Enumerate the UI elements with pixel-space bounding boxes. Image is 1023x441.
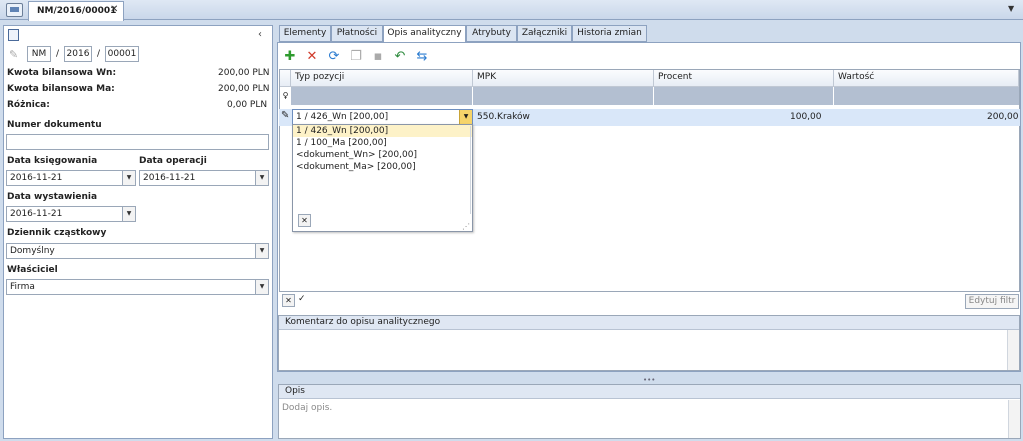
- mpk-cell[interactable]: 550.Kraków: [477, 112, 530, 122]
- notebook-icon[interactable]: [8, 29, 19, 41]
- kwota-wn-label: Kwota bilansowa Wn:: [7, 68, 117, 78]
- pencil-icon: ✎: [281, 110, 290, 121]
- dropdown-option[interactable]: <dokument_Ma> [200,00]: [296, 162, 416, 172]
- edit-filter-button[interactable]: Edytuj filtr: [965, 294, 1019, 309]
- komentarz-title: Komentarz do opisu analitycznego: [279, 316, 1019, 330]
- resize-grip-icon[interactable]: ⋰: [462, 222, 470, 231]
- grid-corner: [280, 70, 291, 87]
- chevron-down-icon[interactable]: ▼: [122, 171, 135, 185]
- column-procent[interactable]: Procent: [654, 70, 834, 87]
- close-icon[interactable]: ✕: [110, 4, 118, 15]
- data-ksiegowania-label: Data księgowania: [7, 156, 98, 166]
- filter-divider: [653, 87, 654, 105]
- data-operacji-field[interactable]: 2016-11-21 ▼: [139, 170, 269, 186]
- kwota-ma-label: Kwota bilansowa Ma:: [7, 84, 115, 94]
- wlasciciel-label: Właściciel: [7, 265, 58, 275]
- chevron-down-icon[interactable]: ▼: [255, 244, 268, 258]
- pencil-icon: ✎: [9, 48, 19, 61]
- filter-divider: [833, 87, 834, 105]
- typ-pozycji-value: 1 / 426_Wn [200,00]: [296, 112, 389, 122]
- procent-cell[interactable]: 100,00: [790, 112, 822, 122]
- opis-textarea[interactable]: Dodaj opis.: [279, 400, 1007, 438]
- clear-filter-icon[interactable]: ✕: [282, 294, 295, 307]
- dropdown-scrollbar[interactable]: [470, 126, 471, 214]
- dziennik-select[interactable]: Domyślny ▼: [6, 243, 269, 259]
- filter-row-icon: ♀: [280, 87, 291, 105]
- data-operacji-value: 2016-11-21: [143, 173, 196, 183]
- tab-opis-analityczny[interactable]: Opis analityczny: [383, 25, 466, 43]
- roznica-value: 0,00 PLN: [227, 100, 268, 110]
- clear-icon[interactable]: ✕: [298, 214, 311, 227]
- numer-dokumentu-label: Numer dokumentu: [7, 120, 102, 130]
- dropdown-option[interactable]: 1 / 100_Ma [200,00]: [296, 138, 387, 148]
- kwota-wn-value: 200,00 PLN: [218, 68, 270, 78]
- document-tab-title: NM/2016/00001: [37, 6, 117, 16]
- opis-scrollbar[interactable]: [1008, 400, 1020, 438]
- chevron-down-icon[interactable]: ▼: [459, 110, 472, 124]
- filter-divider: [472, 87, 473, 105]
- komentarz-textarea[interactable]: [279, 330, 1007, 370]
- export-icon[interactable]: ⇆: [415, 50, 429, 64]
- kwota-ma-value: 200,00 PLN: [218, 84, 270, 94]
- dropdown-option[interactable]: 1 / 426_Wn [200,00]: [296, 126, 388, 136]
- save-icon[interactable]: ▪: [371, 50, 385, 64]
- numer-dokumentu-input[interactable]: [6, 134, 269, 150]
- number-year-field[interactable]: 2016: [64, 46, 92, 62]
- document-tab-bar: [0, 0, 1023, 20]
- number-seq-field[interactable]: 00001: [105, 46, 139, 62]
- number-separator: /: [97, 49, 101, 59]
- chevron-down-icon[interactable]: ▼: [255, 280, 268, 294]
- undo-icon[interactable]: ↶: [393, 50, 407, 64]
- tab-zalaczniki[interactable]: Załączniki: [517, 25, 572, 42]
- column-mpk[interactable]: MPK: [473, 70, 654, 87]
- wlasciciel-select[interactable]: Firma ▼: [6, 279, 269, 295]
- check-icon[interactable]: ✓: [298, 294, 306, 304]
- komentarz-scrollbar[interactable]: [1007, 330, 1019, 370]
- tab-platnosci[interactable]: Płatności: [331, 25, 383, 42]
- splitter-grip[interactable]: •••: [643, 376, 655, 384]
- number-separator: /: [56, 49, 60, 59]
- data-ksiegowania-field[interactable]: 2016-11-21 ▼: [6, 170, 136, 186]
- data-ksiegowania-value: 2016-11-21: [10, 173, 63, 183]
- column-wartosc[interactable]: Wartość: [834, 70, 1019, 87]
- copy-icon[interactable]: ❐: [349, 50, 363, 64]
- refresh-icon[interactable]: ⟳: [327, 50, 341, 64]
- dziennik-label: Dziennik cząstkowy: [7, 228, 107, 238]
- data-wystawienia-value: 2016-11-21: [10, 209, 63, 219]
- roznica-label: Różnica:: [7, 100, 50, 110]
- data-wystawienia-field[interactable]: 2016-11-21 ▼: [6, 206, 136, 222]
- data-wystawienia-label: Data wystawienia: [7, 192, 98, 202]
- filter-row[interactable]: [291, 87, 1019, 105]
- tab-elementy[interactable]: Elementy: [279, 25, 331, 42]
- dziennik-value: Domyślny: [10, 246, 55, 256]
- typ-pozycji-editor[interactable]: 1 / 426_Wn [200,00] ▼: [292, 109, 473, 125]
- add-icon[interactable]: ✚: [283, 50, 297, 64]
- delete-icon[interactable]: ✕: [305, 50, 319, 64]
- data-operacji-label: Data operacji: [139, 156, 207, 166]
- dropdown-option[interactable]: <dokument_Wn> [200,00]: [296, 150, 417, 160]
- wlasciciel-value: Firma: [10, 282, 35, 292]
- opis-title: Opis: [279, 385, 1020, 399]
- chevron-down-icon[interactable]: ▼: [1008, 4, 1014, 13]
- collapse-chevron-icon[interactable]: ‹: [258, 29, 262, 40]
- chevron-down-icon[interactable]: ▼: [122, 207, 135, 221]
- tab-historia-zmian[interactable]: Historia zmian: [572, 25, 647, 42]
- column-typ-pozycji[interactable]: Typ pozycji: [291, 70, 473, 87]
- number-prefix-field[interactable]: NM: [27, 46, 51, 62]
- wartosc-cell[interactable]: 200,00: [987, 112, 1019, 122]
- chevron-down-icon[interactable]: ▼: [255, 171, 268, 185]
- app-monitor-icon[interactable]: [6, 3, 23, 17]
- tab-atrybuty[interactable]: Atrybuty: [466, 25, 517, 42]
